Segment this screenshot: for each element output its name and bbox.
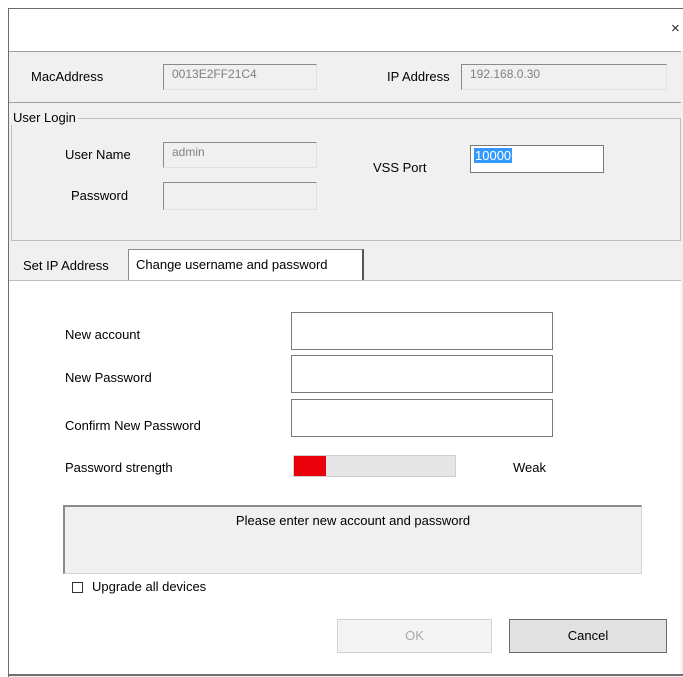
tab-change-username-password-label: Change username and password xyxy=(136,257,328,272)
password-label: Password xyxy=(71,188,129,203)
ok-button[interactable]: OK xyxy=(337,619,492,653)
user-name-label: User Name xyxy=(65,147,131,162)
new-account-input[interactable] xyxy=(291,312,553,350)
mac-address-label: MacAddress xyxy=(31,69,104,84)
user-login-group-title: User Login xyxy=(11,110,78,125)
password-strength-meter xyxy=(293,455,456,477)
user-login-group xyxy=(11,118,681,241)
new-account-label: New account xyxy=(65,327,141,342)
upgrade-all-devices-label[interactable]: Upgrade all devices xyxy=(92,579,206,594)
password-strength-fill xyxy=(294,456,327,476)
vss-port-value: 10000 xyxy=(474,148,513,163)
password-field xyxy=(163,182,317,210)
info-divider xyxy=(9,102,681,103)
upgrade-all-devices-checkbox[interactable] xyxy=(72,582,83,593)
title-bar: × xyxy=(9,9,683,51)
cancel-button[interactable]: Cancel xyxy=(509,619,667,653)
window-bottom-edge xyxy=(9,674,683,676)
vss-port-input[interactable]: 10000 xyxy=(470,145,604,173)
tab-change-username-password[interactable]: Change username and password xyxy=(128,249,364,281)
confirm-password-label: Confirm New Password xyxy=(65,418,201,433)
status-message: Please enter new account and password xyxy=(235,513,471,528)
new-password-label: New Password xyxy=(65,370,152,385)
vss-port-label: VSS Port xyxy=(373,160,427,175)
ip-address-label: IP Address xyxy=(387,69,450,84)
status-message-box: Please enter new account and password xyxy=(63,505,642,574)
confirm-password-input[interactable] xyxy=(291,399,553,437)
ip-address-field: 192.168.0.30 xyxy=(461,64,667,90)
close-icon[interactable]: × xyxy=(671,20,680,37)
mac-address-field: 0013E2FF21C4 xyxy=(163,64,317,90)
password-strength-text: Weak xyxy=(513,460,546,475)
password-strength-label: Password strength xyxy=(65,460,173,475)
change-password-dialog: × MacAddress 0013E2FF21C4 IP Address 192… xyxy=(8,8,683,677)
tab-set-ip-address[interactable]: Set IP Address xyxy=(23,258,109,273)
user-name-field: admin xyxy=(163,142,317,168)
title-divider xyxy=(9,51,681,52)
new-password-input[interactable] xyxy=(291,355,553,393)
